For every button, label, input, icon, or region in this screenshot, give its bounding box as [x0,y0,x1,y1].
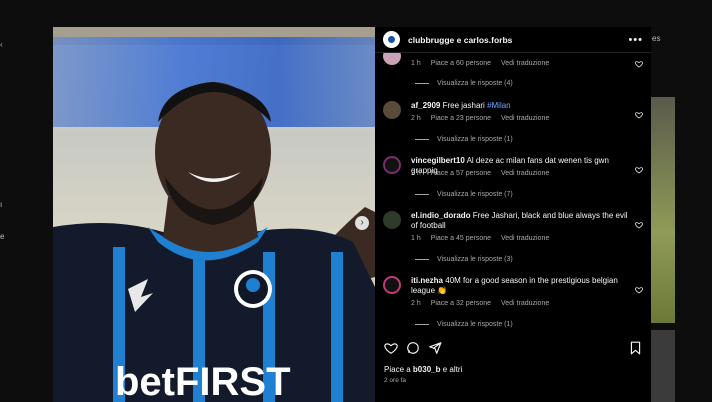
likes-suffix: e altri [440,365,463,374]
side-fragment-mark: ‹ [0,40,3,49]
comments-list: 1 h Piace a 60 persone Vedi traduzione V… [375,53,651,357]
player-figure: betFIRST [53,82,375,402]
comment-body: af_2909 Free jashari #Milan [411,101,631,111]
comment-username[interactable]: af_2909 [411,101,440,110]
like-heart-icon[interactable] [635,216,643,229]
comment-time: 1 h [411,60,421,67]
view-replies-label: Visualizza le risposte (4) [437,80,513,87]
post-time: 2 ore fa [384,377,407,384]
post-authors[interactable]: clubbrugge e carlos.forbs [408,35,628,45]
comment-meta: 1 h Piace a 60 persone Vedi traduzione [411,60,557,67]
comment-body: iti.nezha 40M for a good season in the p… [411,276,631,296]
view-replies-label: Visualizza le risposte (1) [437,321,513,328]
view-replies-button[interactable]: Visualizza le risposte (1) [415,321,513,328]
comment-meta: 1 h Piace a 45 persone Vedi traduzione [411,235,557,242]
view-replies-label: Visualizza le risposte (1) [437,136,513,143]
translate-link[interactable]: Vedi traduzione [501,60,549,67]
comment-meta: 2 h Piace a 32 persone Vedi traduzione [411,300,557,307]
jersey-sponsor-text: betFIRST [115,360,291,402]
post-image[interactable]: betFIRST [53,27,375,402]
screen: ‹ ı e es betFIRST › clubbrugge e carlos.… [0,0,712,402]
comment-time: 1 h [411,235,421,242]
comment-likes[interactable]: Piace a 60 persone [431,60,491,67]
comment-text: 40M for a good season in the prestigious… [411,276,618,295]
view-replies-button[interactable]: Visualizza le risposte (7) [415,191,513,198]
bookmark-icon[interactable] [629,341,642,355]
comment-username[interactable]: el.indio_dorado [411,211,471,220]
comment-username[interactable]: vincegilbert10 [411,156,465,165]
share-icon[interactable] [428,341,442,355]
like-icon[interactable] [384,341,398,355]
comment-likes[interactable]: Piace a 57 persone [431,170,491,177]
comment-time: 2 h [411,115,421,122]
comment-likes[interactable]: Piace a 45 persone [431,235,491,242]
next-post-preview[interactable] [651,330,675,402]
post-actions [375,341,651,361]
view-replies-label: Visualizza le risposte (3) [437,256,513,263]
account-avatar[interactable] [383,31,400,48]
avatar[interactable] [383,276,401,294]
post-likes[interactable]: Piace a b030_b e altri [384,365,462,374]
like-heart-icon[interactable] [635,55,643,68]
comment-meta: 2 h Piace a 57 persone Vedi traduzione [411,170,557,177]
side-fragment-mark: ı [0,200,3,209]
avatar[interactable] [383,156,401,174]
post-header: clubbrugge e carlos.forbs ••• [375,27,651,53]
comment-likes[interactable]: Piace a 32 persone [431,300,491,307]
translate-link[interactable]: Vedi traduzione [501,170,549,177]
likes-user[interactable]: b030_b [413,365,441,374]
avatar[interactable] [383,53,401,65]
hashtag-link[interactable]: #Milan [487,101,511,110]
comment-body: el.indio_dorado Free Jashari, black and … [411,211,631,231]
next-post-preview[interactable] [651,97,675,323]
comment-text: Free jashari [442,101,488,110]
comment-time: 2 h [411,170,421,177]
translate-link[interactable]: Vedi traduzione [501,300,549,307]
comment-username[interactable]: iti.nezha [411,276,443,285]
comment-time: 2 h [411,300,421,307]
view-replies-button[interactable]: Visualizza le risposte (4) [415,80,513,87]
translate-link[interactable]: Vedi traduzione [501,235,549,242]
next-image-button[interactable]: › [355,216,369,230]
view-replies-label: Visualizza le risposte (7) [437,191,513,198]
view-replies-button[interactable]: Visualizza le risposte (1) [415,136,513,143]
comment-likes[interactable]: Piace a 23 persone [431,115,491,122]
side-fragment-text: es [652,34,661,43]
comment-meta: 2 h Piace a 23 persone Vedi traduzione [411,115,557,122]
likes-prefix: Piace a [384,365,413,374]
post-panel: clubbrugge e carlos.forbs ••• 1 h Piace … [375,27,651,402]
like-heart-icon[interactable] [635,281,643,294]
like-heart-icon[interactable] [635,106,643,119]
view-replies-button[interactable]: Visualizza le risposte (3) [415,256,513,263]
translate-link[interactable]: Vedi traduzione [501,115,549,122]
like-heart-icon[interactable] [635,161,643,174]
avatar[interactable] [383,211,401,229]
more-options-icon[interactable]: ••• [628,34,643,46]
comment-icon[interactable] [406,341,420,355]
side-fragment-mark: e [0,232,5,241]
avatar[interactable] [383,101,401,119]
